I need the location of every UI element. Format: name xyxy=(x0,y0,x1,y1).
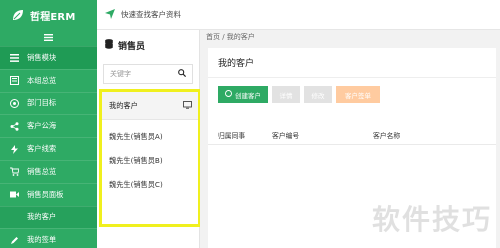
salesperson-item-a[interactable]: 魏先生(销售员A) xyxy=(102,125,198,149)
collapse-toggle[interactable] xyxy=(0,30,97,46)
share-icon xyxy=(10,122,19,131)
my-customers-item[interactable]: 我的客户 xyxy=(102,92,198,120)
column-owner[interactable]: 归属同事 xyxy=(218,130,245,140)
search-placeholder: 关键字 xyxy=(110,70,131,78)
panel-title: 销售员 xyxy=(118,41,146,52)
database-icon xyxy=(105,38,113,52)
sidebar-item-my-orders[interactable]: 我的签单 xyxy=(0,228,97,248)
video-icon xyxy=(10,190,19,199)
target-icon xyxy=(10,98,19,108)
menu-toggle-icon xyxy=(44,33,53,43)
topbar: 快速查找客户资料 xyxy=(97,0,500,30)
create-customer-label: 创建客户 xyxy=(235,91,261,100)
plus-circle-icon xyxy=(225,90,232,99)
sidebar-item-sales-panel[interactable]: 销售员面板 xyxy=(0,182,97,206)
sidebar-item-label: 销售模块 xyxy=(27,52,57,62)
salesperson-panel: 销售员 关键字 我的客户 魏先生(销售员A) 魏先生(销售员B) 魏先生(销售员… xyxy=(97,30,201,248)
quick-search-link[interactable]: 快速查找客户资料 xyxy=(121,9,181,20)
sidebar-item-label: 客户线索 xyxy=(27,144,57,154)
breadcrumb: 首页 / 我的客户 xyxy=(206,33,255,41)
detail-button[interactable]: 详情 xyxy=(272,86,300,103)
column-customer-name[interactable]: 客户名称 xyxy=(373,130,400,140)
sidebar-item-label: 我的客户 xyxy=(27,212,57,222)
create-customer-button[interactable]: 创建客户 xyxy=(218,86,268,103)
sidebar-item-label: 本组总览 xyxy=(27,75,57,85)
leaf-logo-icon xyxy=(12,9,24,21)
sign-icon xyxy=(10,236,19,245)
panel-header: 销售员 xyxy=(97,30,199,60)
table-header: 归属同事 客户编号 客户名称 xyxy=(208,125,496,145)
edit-button[interactable]: 修改 xyxy=(304,86,332,103)
sidebar-item-label: 客户公海 xyxy=(27,121,57,131)
send-icon xyxy=(105,8,115,21)
cart-icon xyxy=(10,167,19,177)
search-icon[interactable] xyxy=(178,69,187,79)
sidebar-item-dept-target[interactable]: 部门目标 xyxy=(0,91,97,115)
salesperson-item-c[interactable]: 魏先生(销售员C) xyxy=(102,173,198,197)
sidebar-item-label: 部门目标 xyxy=(27,98,57,108)
brand-name: 哲程ERM xyxy=(30,11,76,23)
my-customers-label: 我的客户 xyxy=(109,100,138,110)
keyword-search-input[interactable]: 关键字 xyxy=(103,64,193,84)
salesperson-list: 我的客户 魏先生(销售员A) 魏先生(销售员B) 魏先生(销售员C) xyxy=(99,89,201,227)
sidebar-item-group-overview[interactable]: 本组总览 xyxy=(0,68,97,92)
sidebar-item-customer-pool[interactable]: 客户公海 xyxy=(0,114,97,137)
report-icon xyxy=(10,76,19,86)
sidebar-item-label: 我的签单 xyxy=(27,235,57,245)
sidebar-item-sales-overview[interactable]: 销售总览 xyxy=(0,159,97,183)
salesperson-item-b[interactable]: 魏先生(销售员B) xyxy=(102,149,198,173)
sidebar-item-my-customers[interactable]: 我的客户 xyxy=(0,205,97,229)
sidebar-item-leads[interactable]: 客户线索 xyxy=(0,137,97,160)
sidebar: 哲程ERM 销售模块 本组总览 部门目标 客户公海 客户线索 销售总览 销售员面… xyxy=(0,0,97,248)
sidebar-item-label: 销售总览 xyxy=(27,166,57,176)
sidebar-item-label: 销售员面板 xyxy=(27,189,64,199)
brand[interactable]: 哲程ERM xyxy=(0,0,97,30)
toolbar: 创建客户 详情 修改 客户签单 xyxy=(208,78,496,103)
page-title: 我的客户 xyxy=(208,48,496,78)
column-customer-id[interactable]: 客户编号 xyxy=(272,130,299,140)
sidebar-item-sales-module[interactable]: 销售模块 xyxy=(0,46,97,69)
watermark: 软件技巧 xyxy=(371,203,492,236)
list-icon xyxy=(10,53,19,62)
customer-sign-button[interactable]: 客户签单 xyxy=(336,86,380,103)
bolt-icon xyxy=(10,144,19,154)
monitor-icon xyxy=(183,100,192,111)
